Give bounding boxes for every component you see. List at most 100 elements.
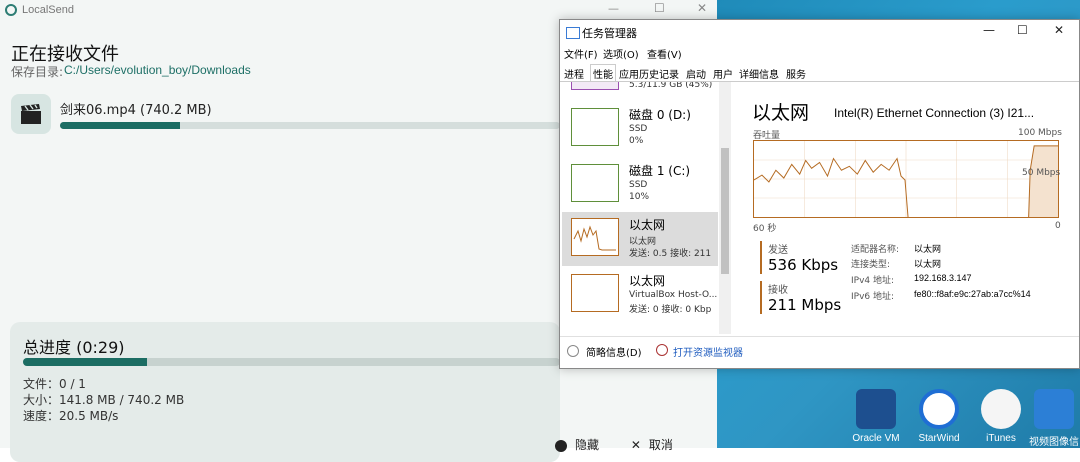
prop-key: IPv4 地址: — [851, 276, 895, 286]
localsend-logo-icon — [5, 4, 17, 16]
desktop-icon-label: Oracle VM — [852, 433, 900, 444]
throughput-graph — [753, 140, 1059, 218]
disk1-thumb — [571, 164, 619, 202]
list-item-disk-1[interactable]: 磁盘 1 (C:) SSD 10% — [562, 158, 718, 212]
itunes-icon — [981, 389, 1021, 429]
app-title: LocalSend — [22, 4, 74, 16]
cancel-button[interactable]: ✕ 取消 — [631, 438, 673, 452]
prop-key: 连接类型: — [851, 260, 891, 270]
graph-left-label: 60 秒 — [753, 224, 777, 234]
close-icon: ✕ — [630, 438, 641, 452]
item-sub: VirtualBox Host-O... — [629, 290, 718, 300]
prop-value: fe80::f8af:e9c:27ab:a7cc%14 — [914, 289, 1031, 299]
movie-clapper-icon — [21, 104, 41, 124]
list-scrollbar-thumb[interactable] — [721, 148, 729, 274]
resource-monitor-icon[interactable] — [656, 344, 668, 356]
tab-services[interactable]: 服务 — [786, 66, 806, 81]
task-manager-icon — [566, 27, 580, 39]
prop-value: 以太网 — [914, 244, 942, 254]
chevron-up-icon[interactable] — [567, 345, 579, 357]
prop-value: 192.168.3.147 — [914, 273, 972, 283]
list-item-memory[interactable]: 5.3/11.9 GB (45%) — [562, 82, 718, 100]
save-dir-value[interactable]: C:/Users/evolution_boy/Downloads — [64, 63, 251, 77]
graph-right-label: 0 — [1055, 221, 1061, 231]
total-progress-bar — [23, 358, 560, 366]
close-button[interactable]: ✕ — [697, 1, 707, 15]
total-progress-fill — [23, 358, 147, 366]
item-sub: SSD — [629, 124, 648, 134]
graph-max-label: 100 Mbps — [1018, 128, 1062, 138]
info-icon — [555, 439, 567, 452]
detail-adapter-name: Intel(R) Ethernet Connection (3) I21... — [834, 106, 1035, 120]
prop-key: 适配器名称: — [851, 245, 900, 255]
memory-thumb — [571, 82, 619, 90]
tm-maximize-button[interactable]: ☐ — [1017, 23, 1028, 37]
stat-speed: 速度：20.5 MB/s — [23, 409, 119, 423]
graph-mid-label: 50 Mbps — [1022, 168, 1061, 178]
item-sub: SSD — [629, 180, 648, 190]
tab-details[interactable]: 详细信息 — [739, 66, 779, 81]
item-sub2: 10% — [629, 192, 650, 202]
virtualbox-icon — [856, 389, 896, 429]
file-progress-fill — [60, 122, 180, 129]
minimize-button[interactable]: — — [608, 2, 619, 15]
desktop-icon-virtualbox[interactable]: Oracle VM — [844, 389, 908, 444]
desktop-icon-starwind[interactable]: StarWind — [907, 389, 971, 444]
item-sub2: 发送: 0 接收: 0 Kbp — [629, 305, 712, 315]
tab-processes[interactable]: 进程 — [564, 66, 584, 81]
menu-view[interactable]: 查看(V) — [647, 46, 682, 61]
recv-stat: 接收 211 Mbps — [760, 281, 841, 314]
bottom-actions: 隐藏 ✕ 取消 — [555, 436, 673, 453]
prop-value: 以太网 — [914, 259, 942, 269]
item-name: 磁盘 1 (C:) — [629, 164, 691, 178]
total-progress-label: 总进度 (0:29) — [23, 338, 125, 357]
tab-bar: 进程 性能 应用历史记录 启动 用户 详细信息 服务 — [560, 64, 1079, 82]
perf-resource-list: 5.3/11.9 GB (45%) 磁盘 0 (D:) SSD 0% 磁盘 1 … — [560, 82, 732, 334]
hide-button[interactable]: 隐藏 — [555, 438, 599, 452]
window-title: 任务管理器 — [582, 27, 637, 40]
item-name: 以太网 — [629, 218, 666, 232]
ethernet-thumb — [571, 218, 619, 256]
send-label: 发送 — [768, 245, 788, 256]
file-progress-bar — [60, 122, 560, 129]
detail-title: 以太网 — [752, 102, 810, 124]
tab-performance[interactable]: 性能 — [593, 66, 613, 81]
starwind-icon — [919, 389, 959, 429]
menu-options[interactable]: 选项(O) — [603, 46, 639, 61]
fewer-details-button[interactable]: 简略信息(D) — [586, 344, 642, 359]
ethernet2-thumb — [571, 274, 619, 312]
maximize-button[interactable]: ☐ — [654, 1, 665, 15]
send-stat: 发送 536 Kbps — [760, 241, 838, 274]
memory-usage: 5.3/11.9 GB (45%) — [629, 82, 713, 90]
recv-value: 211 Mbps — [768, 296, 842, 314]
task-manager-window: 任务管理器 — ☐ ✕ 文件(F) 选项(O) 查看(V) 进程 性能 应用历史… — [559, 19, 1080, 369]
desktop-icon-label: StarWind — [918, 433, 960, 444]
send-value: 536 Kbps — [768, 256, 839, 274]
list-item-ethernet-virtualbox[interactable]: 以太网 VirtualBox Host-O... 发送: 0 接收: 0 Kbp — [562, 268, 718, 322]
item-name: 以太网 — [629, 274, 666, 288]
tm-minimize-button[interactable]: — — [983, 23, 995, 37]
tm-close-button[interactable]: ✕ — [1054, 23, 1064, 37]
cancel-label: 取消 — [648, 438, 673, 452]
desktop-icon-label: 视频图像信 — [1029, 437, 1079, 448]
open-resource-monitor-link[interactable]: 打开资源监视器 — [673, 344, 743, 359]
item-sub2: 发送: 0.5 接收: 211 — [629, 249, 712, 259]
disk0-thumb — [571, 108, 619, 146]
save-dir-label: 保存目录: — [11, 65, 64, 79]
hide-label: 隐藏 — [575, 438, 600, 452]
item-name: 磁盘 0 (D:) — [629, 108, 691, 122]
stat-size: 大小：141.8 MB / 740.2 MB — [23, 393, 185, 407]
prop-key: IPv6 地址: — [851, 292, 895, 302]
list-item-disk-0[interactable]: 磁盘 0 (D:) SSD 0% — [562, 102, 718, 156]
ethernet-mini-graph — [573, 225, 616, 251]
video-tool-icon — [1034, 389, 1074, 429]
tab-app-history[interactable]: 应用历史记录 — [619, 66, 679, 81]
desktop-icon-video-tool[interactable]: 视频图像信 — [1022, 389, 1080, 448]
file-name: 剑来06.mp4 (740.2 MB) — [60, 103, 212, 118]
list-item-ethernet-selected[interactable]: 以太网 以太网 发送: 0.5 接收: 211 — [562, 212, 718, 266]
tab-startup[interactable]: 启动 — [686, 66, 706, 81]
menu-file[interactable]: 文件(F) — [564, 46, 598, 61]
recv-label: 接收 — [768, 285, 788, 296]
tab-users[interactable]: 用户 — [713, 66, 733, 81]
item-sub2: 0% — [629, 136, 644, 146]
